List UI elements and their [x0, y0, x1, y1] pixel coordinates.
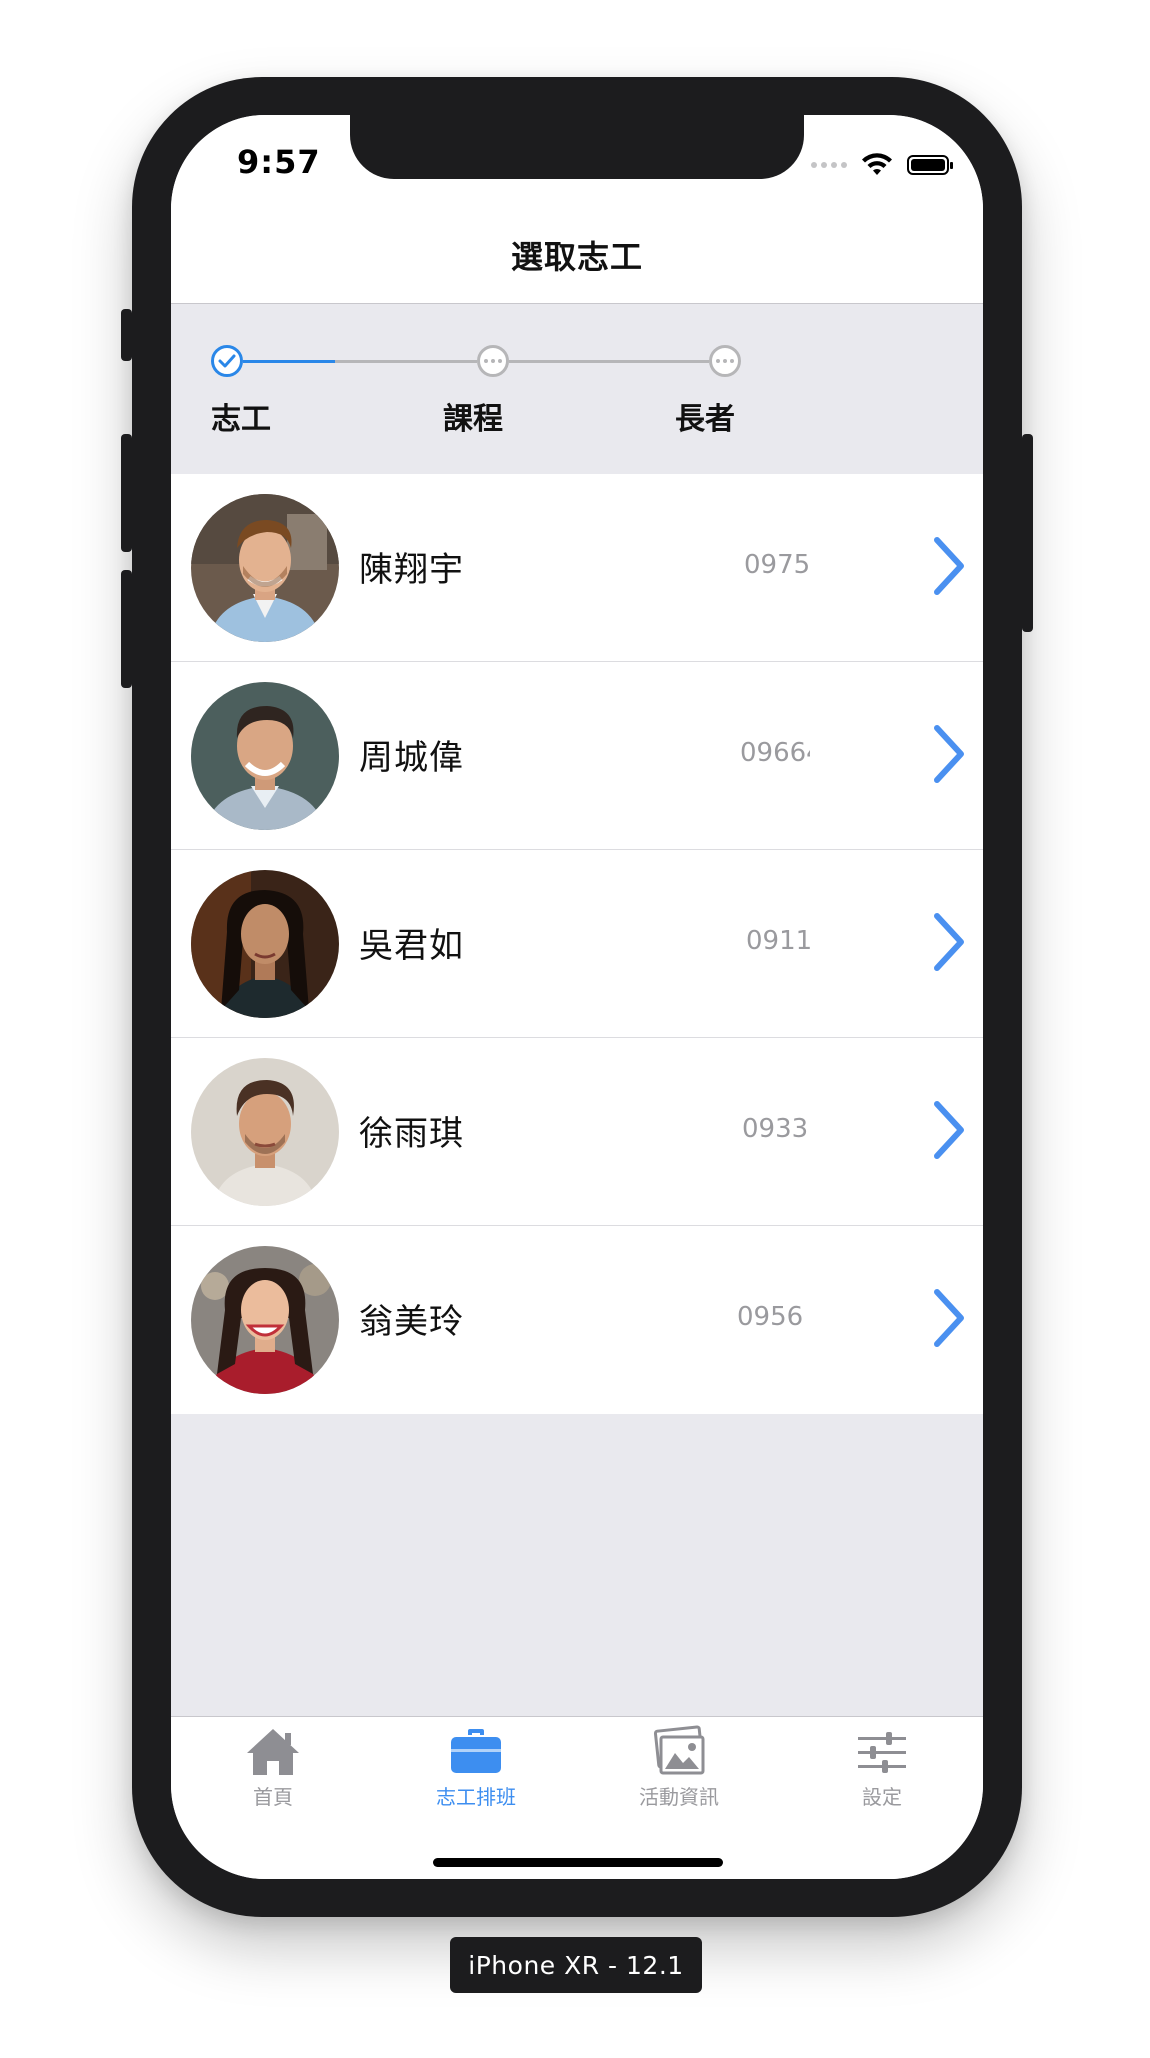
- volunteer-name: 周城偉: [359, 738, 464, 778]
- volunteer-name: 翁美玲: [359, 1302, 464, 1342]
- avatar: [191, 870, 339, 1018]
- tab-label: 首頁: [253, 1785, 293, 1809]
- chevron-right-icon: [934, 913, 964, 971]
- tab-label: 活動資訊: [639, 1785, 719, 1809]
- volunteer-row[interactable]: 陳翔宇 0975: [171, 474, 983, 662]
- step-label-volunteer: 志工: [211, 402, 271, 437]
- volunteer-row[interactable]: 吳君如 0911: [171, 850, 983, 1038]
- volunteer-row[interactable]: 徐雨琪 0933: [171, 1038, 983, 1226]
- volunteer-phone: 0975: [744, 550, 811, 580]
- volume-up-button: [121, 434, 132, 552]
- chevron-right-icon: [934, 537, 964, 595]
- home-indicator[interactable]: [433, 1858, 723, 1867]
- status-indicators: [811, 153, 953, 177]
- volume-down-button: [121, 570, 132, 688]
- step-label-elder: 長者: [675, 402, 735, 437]
- chevron-right-icon: [934, 1101, 964, 1159]
- sliders-icon: [858, 1732, 906, 1773]
- step-label-course: 課程: [443, 402, 503, 437]
- step-2-pending-icon: [477, 345, 509, 377]
- volunteer-phone: 09664: [740, 738, 810, 768]
- step-1-check-icon: [211, 345, 243, 377]
- photos-icon: [653, 1725, 705, 1775]
- volunteer-phone: 0956: [737, 1302, 804, 1332]
- simulator-device-label: iPhone XR - 12.1: [450, 1937, 702, 1993]
- chevron-right-icon: [934, 1289, 964, 1347]
- volunteer-name: 徐雨琪: [359, 1114, 464, 1154]
- tab-activity-info[interactable]: 活動資訊: [599, 1725, 759, 1810]
- battery-icon: [907, 155, 953, 175]
- navigation-bar: 選取志工: [171, 207, 983, 304]
- briefcase-icon: [451, 1729, 501, 1773]
- page-title: 選取志工: [510, 238, 643, 276]
- volunteer-row[interactable]: 翁美玲 0956: [171, 1226, 983, 1414]
- volunteer-name: 吳君如: [359, 926, 464, 966]
- avatar: [191, 682, 339, 830]
- power-button: [1022, 434, 1033, 632]
- cellular-signal-icon: [811, 162, 847, 168]
- phone-screen: 9:57 選取志工 志工 課程 長者 陳翔宇 0975 周城偉 0966 吳君如…: [171, 115, 983, 1879]
- home-icon: [247, 1729, 299, 1775]
- tab-bar: 首頁 志工排班 活動資訊 設定: [171, 1716, 983, 1879]
- avatar: [191, 1246, 339, 1394]
- chevron-right-icon: [934, 725, 964, 783]
- progress-stepper: 志工 課程 長者: [171, 304, 983, 474]
- notch: [350, 115, 804, 179]
- wifi-icon: [862, 153, 892, 175]
- volunteer-name: 陳翔宇: [359, 550, 464, 590]
- step-connector-2: [509, 360, 709, 363]
- phone-frame: 9:57 選取志工 志工 課程 長者 陳翔宇 0975 周城偉 0966 吳君如…: [121, 77, 1033, 1917]
- tab-label: 設定: [862, 1785, 902, 1809]
- tab-home[interactable]: 首頁: [193, 1725, 353, 1810]
- step-3-pending-icon: [709, 345, 741, 377]
- mute-switch: [121, 309, 132, 361]
- step-connector-1: [335, 360, 477, 363]
- tab-volunteer-schedule[interactable]: 志工排班: [396, 1725, 556, 1810]
- volunteer-list: 陳翔宇 0975 周城偉 0966 吳君如 0911 徐雨琪 0933 翁美玲 …: [171, 474, 983, 1414]
- status-time: 9:57: [237, 143, 321, 181]
- volunteer-row[interactable]: 周城偉 09664: [171, 662, 983, 850]
- volunteer-phone: 0933: [742, 1114, 809, 1144]
- tab-settings[interactable]: 設定: [802, 1725, 962, 1810]
- avatar: [191, 1058, 339, 1206]
- step-connector-progress: [243, 360, 335, 363]
- tab-label: 志工排班: [436, 1785, 516, 1809]
- avatar: [191, 494, 339, 642]
- volunteer-phone: 0911: [746, 926, 813, 956]
- simulator-stage: 9:57 選取志工 志工 課程 長者 陳翔宇 0975 周城偉 0966 吳君如…: [0, 0, 1150, 2058]
